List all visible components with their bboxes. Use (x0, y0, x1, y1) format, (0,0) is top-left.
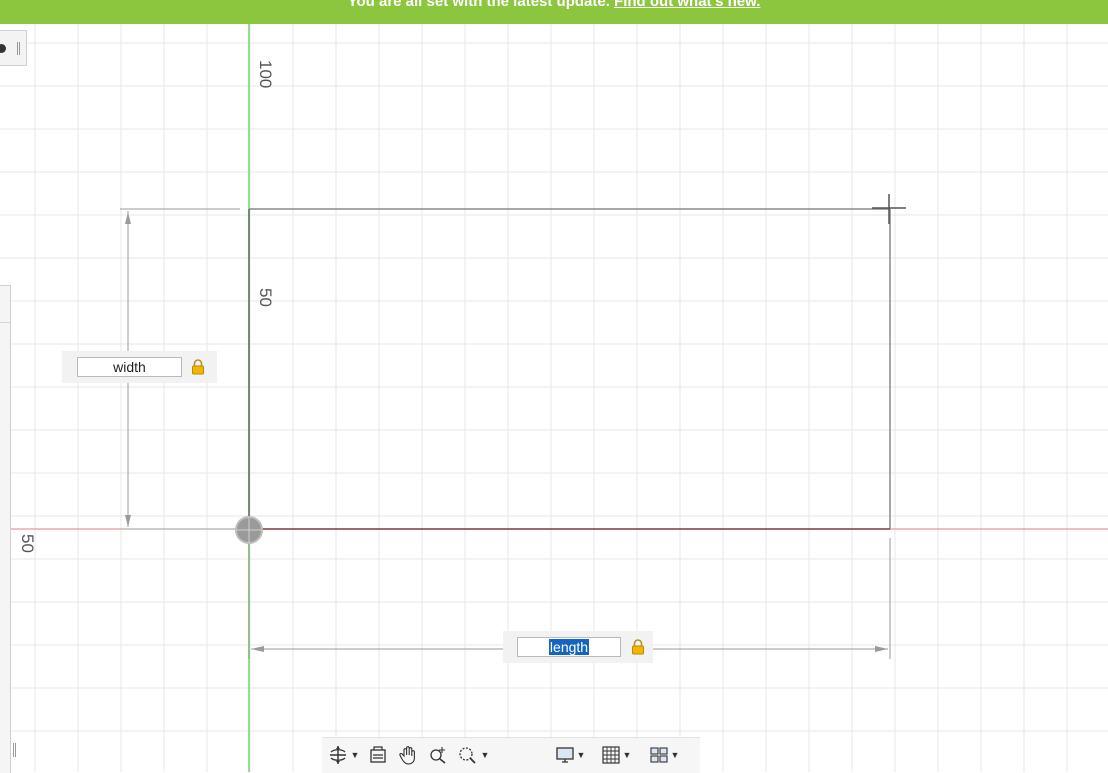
chevron-down-icon: ▼ (350, 750, 360, 760)
chevron-down-icon: ▼ (576, 750, 586, 760)
display-settings-icon (555, 747, 574, 763)
display-settings-button[interactable]: ▼ (552, 742, 588, 768)
pan-button[interactable] (394, 742, 422, 768)
grid-settings-icon (601, 746, 620, 764)
navigation-toolbar: ▼ ▼ ▼ ▼ ▼ (322, 737, 700, 773)
collapse-icon (0, 44, 6, 53)
orbit-icon (329, 746, 346, 764)
whats-new-link[interactable]: Find out what's new. (614, 0, 760, 10)
ruler-label-100: 100 (256, 60, 275, 89)
length-input[interactable]: length (517, 637, 621, 657)
length-dimension-box: length (503, 631, 653, 663)
length-arrow-right (875, 646, 888, 652)
width-dimension-box (62, 351, 217, 383)
chevron-down-icon: ▼ (670, 750, 680, 760)
width-arrow-top (125, 212, 131, 224)
chevron-down-icon: ▼ (622, 750, 632, 760)
lock-icon[interactable] (631, 639, 645, 655)
fit-button[interactable]: ▼ (454, 742, 492, 768)
width-input[interactable] (77, 357, 182, 377)
ruler-label-50: 50 (256, 288, 275, 307)
orbit-button[interactable]: ▼ (324, 742, 362, 768)
ruler-label-50-left: 50 (18, 534, 37, 553)
width-arrow-bottom (125, 515, 131, 527)
side-panel (0, 285, 11, 773)
zoom-button[interactable] (424, 742, 452, 768)
update-banner: You are all set with the latest update. … (0, 0, 1108, 24)
look-at-icon (370, 746, 386, 763)
panel-divider (0, 322, 10, 323)
lock-icon[interactable] (191, 359, 205, 375)
side-panel-grip-icon[interactable] (13, 743, 16, 757)
sketch-canvas[interactable]: 100 50 50 length (0, 24, 1108, 772)
length-input-selected-text: length (548, 639, 590, 655)
length-arrow-left (251, 646, 264, 652)
pan-icon (399, 746, 415, 765)
grid-settings-button[interactable]: ▼ (598, 742, 634, 768)
chevron-down-icon: ▼ (480, 750, 490, 760)
zoom-icon (430, 747, 446, 764)
grip-icon (17, 42, 20, 55)
banner-message: You are all set with the latest update. (347, 0, 615, 10)
look-at-button[interactable] (364, 742, 392, 768)
viewports-icon (649, 747, 668, 763)
browser-panel-toggle[interactable] (0, 30, 27, 66)
viewports-button[interactable]: ▼ (646, 742, 682, 768)
fit-icon (458, 747, 476, 764)
